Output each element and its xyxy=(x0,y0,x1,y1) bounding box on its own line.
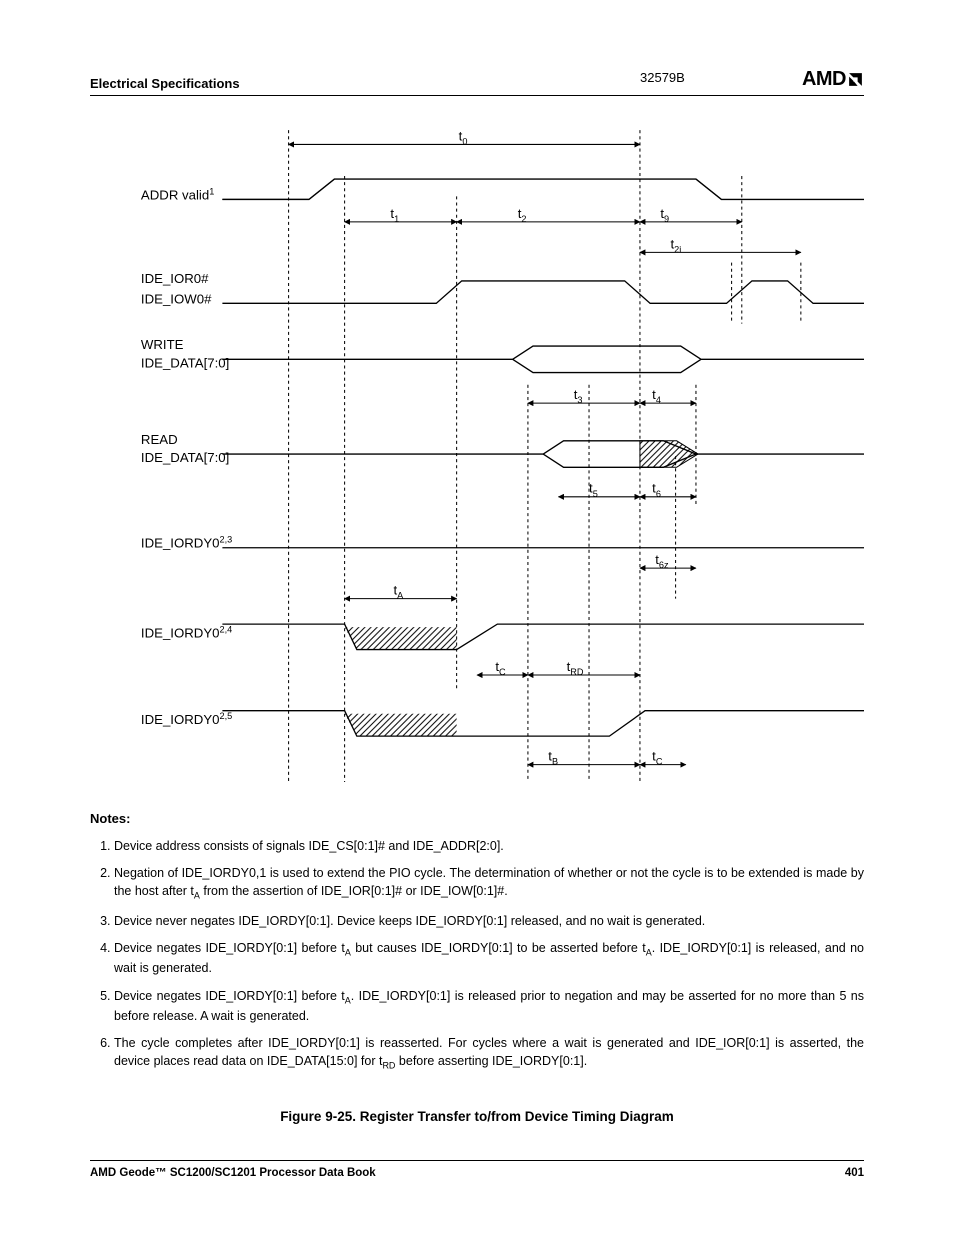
svg-text:IDE_DATA[7:0]: IDE_DATA[7:0] xyxy=(141,450,229,465)
svg-text:t6z: t6z xyxy=(655,552,669,570)
timing-t0: t0 xyxy=(289,128,640,146)
header-section: Electrical Specifications xyxy=(90,76,240,91)
signal-ior-iow: IDE_IOR0# IDE_IOW0# xyxy=(141,271,864,306)
note-item: Negation of IDE_IORDY0,1 is used to exte… xyxy=(114,864,864,903)
signal-addr: ADDR valid1 xyxy=(141,179,864,202)
svg-text:t5: t5 xyxy=(589,481,598,499)
svg-text:tC: tC xyxy=(495,659,506,677)
page-footer: AMD Geode™ SC1200/SC1201 Processor Data … xyxy=(90,1160,864,1179)
footer-page: 401 xyxy=(845,1167,864,1179)
signal-read-data: READ IDE_DATA[7:0] xyxy=(141,432,864,467)
svg-text:IDE_IOR0#: IDE_IOR0# xyxy=(141,271,209,286)
svg-text:IDE_IORDY02,3: IDE_IORDY02,3 xyxy=(141,535,232,551)
footer-left: AMD Geode™ SC1200/SC1201 Processor Data … xyxy=(90,1167,376,1179)
svg-text:WRITE: WRITE xyxy=(141,337,184,352)
svg-text:READ: READ xyxy=(141,432,178,447)
timing-diagram: t0 ADDR valid1 t1 t2 t9 t2i IDE_IOR0# xyxy=(90,120,864,792)
svg-text:IDE_IORDY02,5: IDE_IORDY02,5 xyxy=(141,711,232,727)
svg-text:t9: t9 xyxy=(660,206,669,224)
amd-logo: AMD xyxy=(802,68,864,91)
page-header: Electrical Specifications 32579B AMD xyxy=(90,68,864,96)
svg-text:t6: t6 xyxy=(652,481,661,499)
signal-iordy-c: IDE_IORDY02,5 xyxy=(141,711,864,736)
note-item: Device negates IDE_IORDY[0:1] before tA … xyxy=(114,939,864,978)
notes-heading: Notes: xyxy=(90,810,864,829)
signal-iordy-b: IDE_IORDY02,4 xyxy=(141,624,864,649)
note-item: Device address consists of signals IDE_C… xyxy=(114,837,864,855)
svg-text:IDE_DATA[7:0]: IDE_DATA[7:0] xyxy=(141,355,229,370)
header-docnum: 32579B xyxy=(640,70,685,85)
notes-section: Notes: Device address consists of signal… xyxy=(90,810,864,1073)
signal-write-data: WRITE IDE_DATA[7:0] xyxy=(141,337,864,372)
svg-text:tA: tA xyxy=(393,583,404,601)
svg-text:t3: t3 xyxy=(574,387,583,405)
svg-text:t1: t1 xyxy=(390,206,399,224)
notes-list: Device address consists of signals IDE_C… xyxy=(90,837,864,1073)
svg-text:ADDR valid1: ADDR valid1 xyxy=(141,186,214,202)
note-item: Device never negates IDE_IORDY[0:1]. Dev… xyxy=(114,912,864,930)
svg-text:t2: t2 xyxy=(518,206,527,224)
note-item: The cycle completes after IDE_IORDY[0:1]… xyxy=(114,1034,864,1073)
svg-text:t4: t4 xyxy=(652,387,661,405)
svg-text:t2i: t2i xyxy=(670,236,681,254)
figure-title: Figure 9-25. Register Transfer to/from D… xyxy=(90,1109,864,1124)
svg-text:IDE_IORDY02,4: IDE_IORDY02,4 xyxy=(141,624,232,640)
svg-text:tRD: tRD xyxy=(567,659,584,677)
signal-iordy-a: IDE_IORDY02,3 xyxy=(141,535,864,551)
svg-text:IDE_IOW0#: IDE_IOW0# xyxy=(141,291,212,306)
svg-text:t0: t0 xyxy=(459,128,468,146)
svg-text:tB: tB xyxy=(548,749,558,767)
svg-text:tC: tC xyxy=(652,749,663,767)
note-item: Device negates IDE_IORDY[0:1] before tA.… xyxy=(114,987,864,1026)
